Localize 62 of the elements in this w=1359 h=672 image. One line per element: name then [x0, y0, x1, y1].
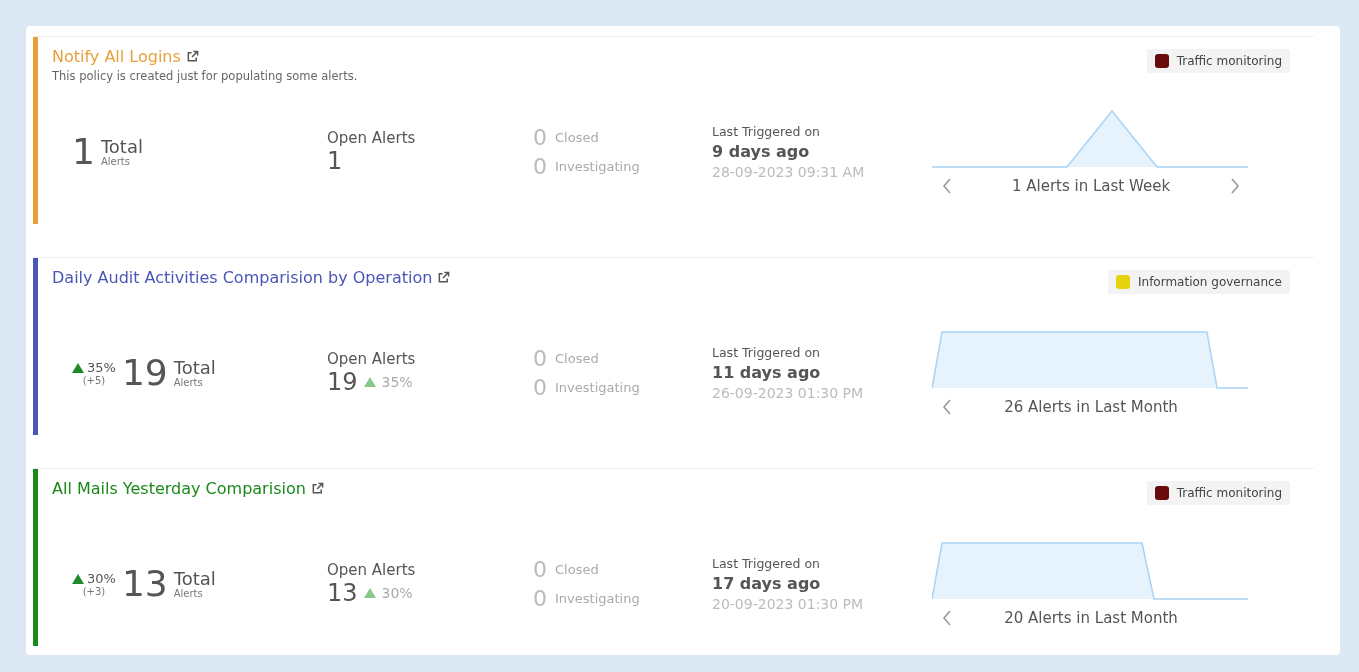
investigating-count: 0 [533, 375, 547, 400]
open-alerts-label: Open Alerts [327, 350, 417, 368]
external-link-icon[interactable] [437, 271, 451, 284]
last-triggered-date: 28-09-2023 09:31 AM [712, 164, 866, 180]
last-triggered-label: Last Triggered on [712, 345, 821, 360]
open-alerts-label: Open Alerts [327, 561, 417, 579]
trend-delta: (+3) [82, 586, 106, 597]
total-label: Total [173, 358, 216, 377]
last-triggered-label: Last Triggered on [712, 556, 821, 571]
closed-label: Closed [555, 562, 599, 577]
open-trend-percent: 35% [381, 374, 413, 390]
closed-label: Closed [555, 351, 599, 366]
alerts-label: Alerts [173, 587, 204, 599]
last-triggered-label: Last Triggered on [712, 124, 821, 139]
chevron-left-icon[interactable] [942, 399, 952, 415]
closed-count: 0 [533, 346, 547, 371]
trend-delta: (+5) [82, 375, 106, 386]
policy-description: This policy is created just for populating some alerts. [52, 69, 358, 83]
total-count: 19 [121, 355, 168, 391]
last-triggered-ago: 17 days ago [712, 574, 822, 593]
total-label: Total [173, 569, 216, 588]
total-count: 1 [72, 134, 95, 170]
open-alerts-count: 1 [327, 147, 343, 175]
trend-percent: 30% [87, 571, 116, 586]
total-count: 13 [121, 566, 168, 602]
last-triggered-date: 20-09-2023 01:30 PM [712, 596, 865, 612]
period-summary: 1 Alerts in Last Week [1011, 177, 1171, 195]
chevron-left-icon[interactable] [942, 610, 952, 626]
policy-title-link[interactable]: Daily Audit Activities Comparision by Operation [52, 268, 433, 287]
last-triggered-ago: 11 days ago [712, 363, 822, 382]
period-summary: 26 Alerts in Last Month [1004, 398, 1178, 416]
total-label: Total [100, 137, 143, 156]
chevron-left-icon[interactable] [942, 178, 952, 194]
trend-percent: 35% [87, 360, 116, 375]
up-triangle-icon [363, 588, 376, 598]
closed-label: Closed [555, 130, 599, 145]
open-alerts-count: 19 [327, 368, 358, 396]
up-triangle-icon [363, 377, 376, 387]
investigating-label: Investigating [555, 591, 640, 606]
external-link-icon[interactable] [310, 482, 324, 495]
open-alerts-count: 13 [327, 579, 358, 607]
period-summary: 20 Alerts in Last Month [1004, 609, 1178, 627]
investigating-count: 0 [533, 586, 547, 611]
closed-count: 0 [533, 125, 547, 150]
open-trend-percent: 30% [381, 585, 413, 601]
alerts-label: Alerts [100, 155, 131, 167]
external-link-icon[interactable] [185, 50, 199, 63]
category-tag: Traffic monitoring [1146, 49, 1290, 73]
category-tag: Information governance [1108, 270, 1290, 294]
last-triggered-date: 26-09-2023 01:30 PM [712, 385, 865, 401]
chevron-right-icon[interactable] [1230, 178, 1240, 194]
up-triangle-icon [72, 362, 84, 373]
open-alerts-label: Open Alerts [327, 129, 417, 147]
last-triggered-ago: 9 days ago [712, 142, 811, 161]
investigating-label: Investigating [555, 159, 640, 174]
investigating-count: 0 [533, 154, 547, 179]
up-triangle-icon [72, 573, 84, 584]
investigating-label: Investigating [555, 380, 640, 395]
category-tag: Traffic monitoring [1146, 481, 1290, 505]
alerts-label: Alerts [173, 376, 204, 388]
closed-count: 0 [533, 557, 547, 582]
policy-title-link[interactable]: All Mails Yesterday Comparision [52, 479, 306, 498]
